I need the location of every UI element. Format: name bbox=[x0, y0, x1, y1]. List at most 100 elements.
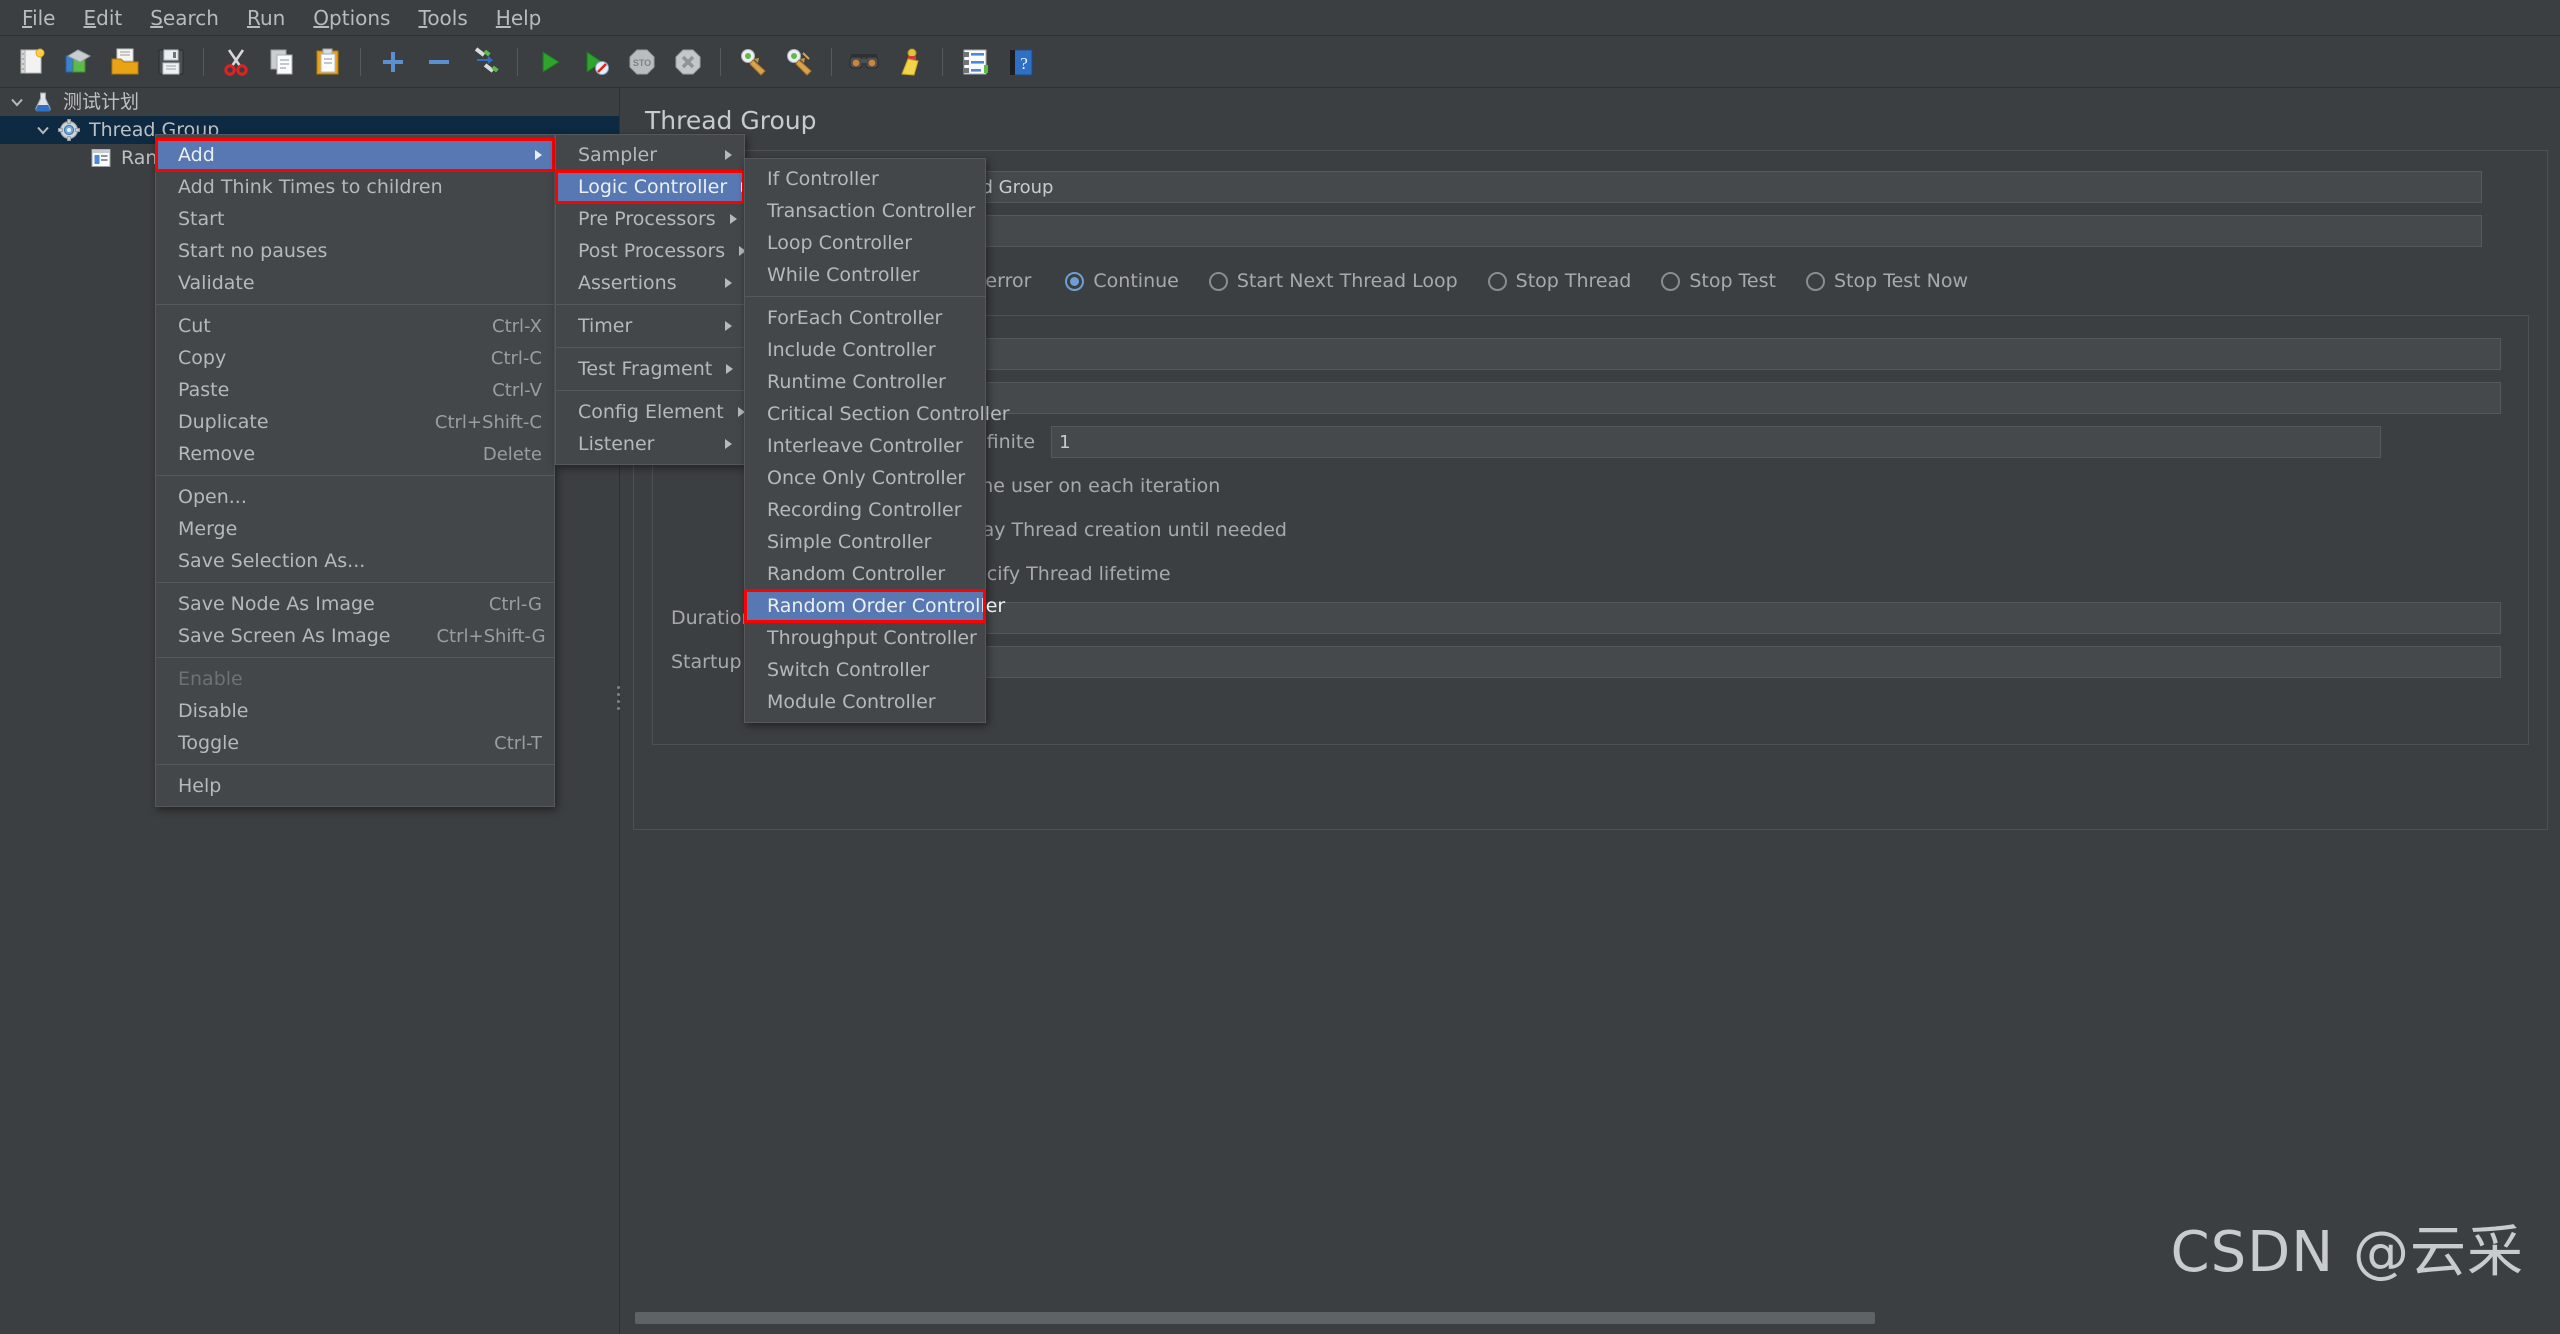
logic-controller-item-random-order-controller[interactable]: Random Order Controller bbox=[744, 589, 1005, 623]
reset-search-icon[interactable] bbox=[890, 42, 930, 82]
clear-icon[interactable] bbox=[733, 42, 773, 82]
chevron-down-icon[interactable] bbox=[4, 89, 30, 115]
context-menu-item-start[interactable]: Start bbox=[156, 203, 554, 235]
chevron-down-icon[interactable] bbox=[30, 117, 56, 143]
function-helper-icon[interactable] bbox=[955, 42, 995, 82]
add-submenu-item-sampler[interactable]: Sampler bbox=[556, 139, 744, 171]
add-submenu-item-config-element[interactable]: Config Element bbox=[556, 396, 745, 428]
logic-controller-item-transaction-controller[interactable]: Transaction Controller bbox=[745, 195, 985, 227]
menu-item-shortcut: Ctrl-V bbox=[492, 379, 542, 401]
context-menu-item-add-think-times-to-children[interactable]: Add Think Times to children bbox=[156, 171, 554, 203]
expand-all-icon[interactable] bbox=[373, 42, 413, 82]
scrollbar-thumb[interactable] bbox=[635, 1312, 1875, 1324]
menubar-item-file[interactable]: File bbox=[8, 3, 69, 33]
context-menu-item-toggle[interactable]: Toggle Ctrl-T bbox=[156, 727, 554, 759]
add-submenu-item-post-processors[interactable]: Post Processors bbox=[556, 235, 747, 267]
tree-node-label: Ran bbox=[121, 146, 158, 169]
radio-start-next-loop[interactable]: Start Next Thread Loop bbox=[1208, 270, 1458, 292]
context-menu-item-save-selection-as[interactable]: Save Selection As... bbox=[156, 545, 554, 577]
logic-controller-item-while-controller[interactable]: While Controller bbox=[745, 259, 985, 291]
duration-field[interactable] bbox=[941, 602, 2501, 634]
logic-controller-item-loop-controller[interactable]: Loop Controller bbox=[745, 227, 985, 259]
add-submenu-item-timer[interactable]: Timer bbox=[556, 310, 744, 342]
logic-controller-item-if-controller[interactable]: If Controller bbox=[745, 163, 985, 195]
open-icon[interactable] bbox=[105, 42, 145, 82]
menubar-item-options[interactable]: Options bbox=[299, 3, 404, 33]
add-submenu-item-assertions[interactable]: Assertions bbox=[556, 267, 744, 299]
radio-continue[interactable]: Continue bbox=[1065, 270, 1179, 292]
context-menu-item-add[interactable]: Add bbox=[155, 138, 555, 172]
menubar-item-tools[interactable]: Tools bbox=[404, 3, 481, 33]
logic-controller-item-once-only-controller[interactable]: Once Only Controller bbox=[745, 462, 985, 494]
startup-delay-field[interactable] bbox=[941, 646, 2501, 678]
help-icon[interactable]: ? bbox=[1001, 42, 1041, 82]
logic-controller-item-foreach-controller[interactable]: ForEach Controller bbox=[745, 302, 985, 334]
split-pane-handle[interactable] bbox=[614, 680, 622, 716]
tree-node-test-plan[interactable]: 测试计划 bbox=[0, 88, 619, 116]
copy-icon[interactable] bbox=[262, 42, 302, 82]
context-menu-item-start-no-pauses[interactable]: Start no pauses bbox=[156, 235, 554, 267]
context-menu[interactable]: Add Add Think Times to children Start Start… bbox=[155, 134, 555, 807]
context-menu-item-disable[interactable]: Disable bbox=[156, 695, 554, 727]
paste-icon[interactable] bbox=[308, 42, 348, 82]
logic-controller-item-simple-controller[interactable]: Simple Controller bbox=[745, 526, 985, 558]
start-icon[interactable] bbox=[530, 42, 570, 82]
context-menu-item-copy[interactable]: Copy Ctrl-C bbox=[156, 342, 554, 374]
num-threads-field[interactable]: 1 bbox=[941, 338, 2501, 370]
radio-stop-test-now[interactable]: Stop Test Now bbox=[1805, 270, 1968, 292]
context-menu-item-remove[interactable]: Remove Delete bbox=[156, 438, 554, 470]
menubar-item-search[interactable]: Search bbox=[136, 3, 233, 33]
context-menu-item-save-screen-as-image[interactable]: Save Screen As Image Ctrl+Shift-G bbox=[156, 620, 554, 652]
context-menu-item-save-node-as-image[interactable]: Save Node As Image Ctrl-G bbox=[156, 588, 554, 620]
horizontal-scrollbar[interactable] bbox=[621, 1310, 2551, 1326]
logic-controller-item-interleave-controller[interactable]: Interleave Controller bbox=[745, 430, 985, 462]
ramp-up-field[interactable]: 1 bbox=[941, 382, 2501, 414]
context-menu-item-validate[interactable]: Validate bbox=[156, 267, 554, 299]
logic-controller-item-throughput-controller[interactable]: Throughput Controller bbox=[745, 622, 985, 654]
logic-controller-item-random-controller[interactable]: Random Controller bbox=[745, 558, 985, 590]
context-menu-item-help[interactable]: Help bbox=[156, 770, 554, 802]
logic-controller-item-critical-section-controller[interactable]: Critical Section Controller bbox=[745, 398, 1010, 430]
clear-all-icon[interactable] bbox=[779, 42, 819, 82]
logic-controller-item-recording-controller[interactable]: Recording Controller bbox=[745, 494, 985, 526]
save-icon[interactable] bbox=[151, 42, 191, 82]
add-submenu-item-pre-processors[interactable]: Pre Processors bbox=[556, 203, 744, 235]
radio-stop-thread[interactable]: Stop Thread bbox=[1487, 270, 1631, 292]
new-icon[interactable] bbox=[13, 42, 53, 82]
logic-controller-item-module-controller[interactable]: Module Controller bbox=[745, 686, 985, 718]
templates-icon[interactable] bbox=[59, 42, 99, 82]
menu-item-label: Save Selection As... bbox=[178, 550, 366, 572]
logic-controller-submenu[interactable]: If Controller Transaction Controller Loop … bbox=[744, 158, 1010, 723]
cut-icon[interactable] bbox=[216, 42, 256, 82]
add-submenu-item-listener[interactable]: Listener bbox=[556, 428, 744, 460]
menu-item-label: Interleave Controller bbox=[767, 435, 963, 457]
menu-item-label: If Controller bbox=[767, 168, 879, 190]
context-menu-item-paste[interactable]: Paste Ctrl-V bbox=[156, 374, 554, 406]
menu-item-label: Module Controller bbox=[767, 691, 936, 713]
menu-item-label: Timer bbox=[578, 315, 633, 337]
context-menu-item-merge[interactable]: Merge bbox=[156, 513, 554, 545]
add-submenu[interactable]: Sampler Logic Controller Pre Processors Pos… bbox=[555, 134, 749, 465]
menu-item-label: Start bbox=[178, 208, 225, 230]
logic-controller-item-include-controller[interactable]: Include Controller bbox=[745, 334, 985, 366]
shutdown-icon[interactable] bbox=[668, 42, 708, 82]
menubar-item-help[interactable]: Help bbox=[482, 3, 556, 33]
menubar-item-edit[interactable]: Edit bbox=[69, 3, 136, 33]
add-submenu-item-test-fragment[interactable]: Test Fragment bbox=[556, 353, 744, 385]
comments-field[interactable] bbox=[922, 215, 2482, 247]
search-icon[interactable] bbox=[844, 42, 884, 82]
logic-controller-item-runtime-controller[interactable]: Runtime Controller bbox=[745, 366, 985, 398]
toggle-icon[interactable] bbox=[465, 42, 505, 82]
context-menu-item-open[interactable]: Open... bbox=[156, 481, 554, 513]
add-submenu-item-logic-controller[interactable]: Logic Controller bbox=[555, 170, 749, 204]
radio-stop-test[interactable]: Stop Test bbox=[1661, 270, 1776, 292]
context-menu-item-duplicate[interactable]: Duplicate Ctrl+Shift-C bbox=[156, 406, 554, 438]
collapse-all-icon[interactable] bbox=[419, 42, 459, 82]
start-no-pauses-icon[interactable] bbox=[576, 42, 616, 82]
loop-count-field[interactable]: 1 bbox=[1051, 426, 2382, 458]
menubar-item-run[interactable]: Run bbox=[233, 3, 299, 33]
context-menu-item-cut[interactable]: Cut Ctrl-X bbox=[156, 310, 554, 342]
logic-controller-item-switch-controller[interactable]: Switch Controller bbox=[745, 654, 985, 686]
name-field[interactable]: Thread Group bbox=[922, 171, 2482, 203]
stop-icon[interactable]: STO bbox=[622, 42, 662, 82]
